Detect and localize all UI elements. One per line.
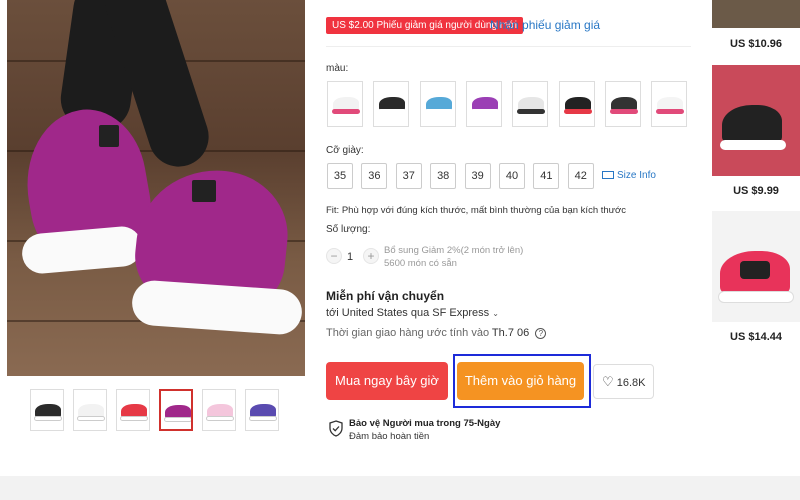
product-thumbnail[interactable]	[159, 389, 193, 431]
product-thumbnail[interactable]	[30, 389, 64, 431]
selection-highlight	[453, 354, 591, 408]
brand-tag	[99, 125, 119, 147]
chevron-down-icon: ⌄	[492, 309, 499, 318]
related-product-image[interactable]	[712, 0, 800, 28]
size-option[interactable]: 41	[533, 163, 560, 189]
color-option[interactable]	[605, 81, 641, 127]
quantity-label: Số lượng:	[326, 224, 371, 235]
color-option[interactable]	[327, 81, 363, 127]
quantity-increase-button[interactable]: +	[363, 248, 379, 264]
shipping-destination[interactable]: tới United States qua SF Express ⌄	[326, 307, 499, 319]
buy-now-button[interactable]: Mua ngay bây giờ	[326, 362, 448, 400]
size-info-link[interactable]: Size Info	[602, 170, 656, 181]
size-option[interactable]: 40	[499, 163, 525, 189]
wishlist-button[interactable]: ♡ 16.8K	[593, 364, 654, 399]
color-option[interactable]	[420, 81, 456, 127]
quantity-value[interactable]: 1	[347, 251, 353, 263]
size-option[interactable]: 39	[464, 163, 491, 189]
ruler-icon	[602, 171, 614, 180]
product-thumbnail[interactable]	[116, 389, 150, 431]
related-product-image[interactable]	[712, 211, 800, 322]
help-icon[interactable]: ?	[535, 327, 547, 339]
color-label: màu:	[326, 63, 349, 74]
product-thumbnail[interactable]	[202, 389, 236, 431]
fit-note: Fit: Phù hợp với đúng kích thước, mất bì…	[326, 205, 627, 216]
product-thumbnail[interactable]	[73, 389, 107, 431]
color-option[interactable]	[559, 81, 595, 127]
color-option[interactable]	[466, 81, 502, 127]
related-product-price: US $14.44	[730, 331, 782, 343]
color-option[interactable]	[373, 81, 409, 127]
color-option[interactable]	[512, 81, 548, 127]
size-option[interactable]: 36	[361, 163, 388, 189]
related-product-price: US $10.96	[730, 38, 782, 50]
size-label: Cỡ giày:	[326, 145, 364, 156]
brand-tag	[192, 180, 216, 202]
size-option[interactable]: 42	[567, 163, 594, 189]
delivery-estimate: Thời gian giao hàng ước tính vào Th.7 06…	[326, 327, 547, 339]
size-option[interactable]: 35	[327, 163, 353, 189]
buyer-protection-title: Bảo vệ Người mua trong 75-Ngày	[349, 418, 501, 429]
heart-icon: ♡	[602, 374, 614, 389]
get-coupon-link[interactable]: Nhận phiếu giảm giá	[490, 18, 600, 32]
shield-icon	[329, 420, 343, 437]
divider	[326, 46, 691, 47]
page-footer-band	[0, 476, 800, 500]
related-product-image[interactable]	[712, 65, 800, 176]
color-option[interactable]	[651, 81, 687, 127]
product-thumbnail[interactable]	[245, 389, 279, 431]
stock-note: 5600 món có sẵn	[384, 258, 457, 269]
size-option[interactable]: 37	[395, 163, 422, 189]
size-option[interactable]: 38	[430, 163, 457, 189]
shipping-title: Miễn phí vận chuyển	[326, 289, 445, 303]
product-main-image[interactable]	[7, 0, 305, 376]
bulk-discount-note: Bổ sung Giảm 2%(2 món trở lên)	[384, 245, 524, 256]
related-product-price: US $9.99	[733, 185, 779, 197]
quantity-decrease-button[interactable]: −	[326, 248, 342, 264]
buyer-protection-subtitle: Đảm bảo hoàn tiền	[349, 431, 430, 442]
